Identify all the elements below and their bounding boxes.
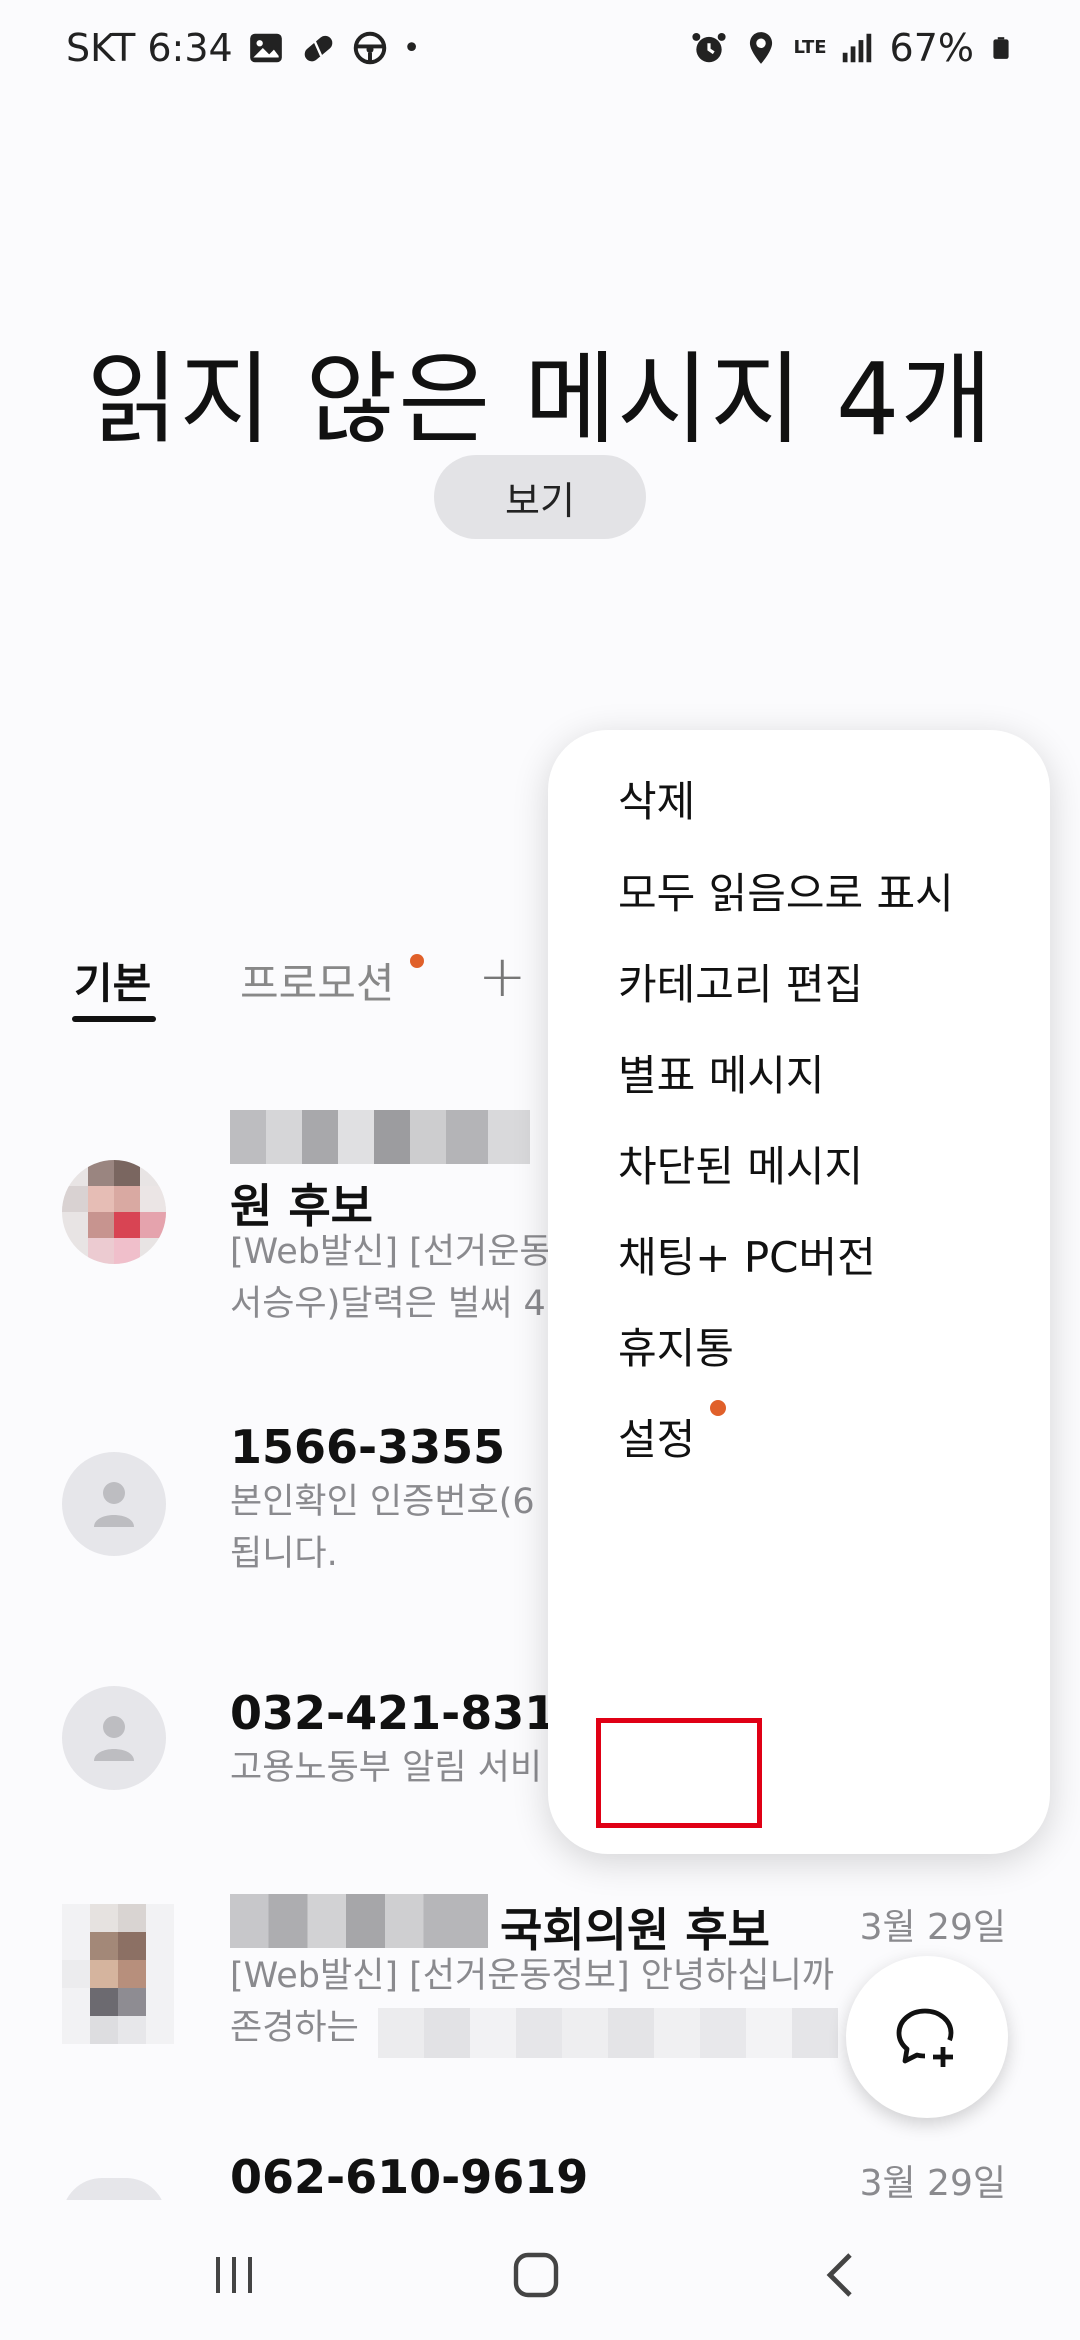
navigation-bar xyxy=(0,2200,1080,2340)
unread-title: 읽지 않은 메시지 4개 xyxy=(86,341,994,458)
add-category-button[interactable]: + xyxy=(478,942,527,1010)
redacted-name xyxy=(230,1110,530,1164)
conversation-preview: 본인확인 인증번호(6 xyxy=(230,1482,535,1522)
status-bar: SKT 6:34 • LTE 67% xyxy=(0,0,1080,104)
conversation-preview: 됩니다. xyxy=(230,1534,338,1574)
conversation-date: 3월 29일 xyxy=(859,1907,1006,1948)
screen: SKT 6:34 • LTE 67% 읽지 않은 메시지 4개 보기 기본 프로… xyxy=(0,0,1080,2340)
redacted-preview xyxy=(378,2008,838,2058)
overflow-menu: 삭제 모두 읽음으로 표시 카테고리 편집 별표 메시지 차단된 메시지 채팅+… xyxy=(548,730,1050,1854)
avatar xyxy=(62,1452,166,1556)
menu-item-starred-messages[interactable]: 별표 메시지 xyxy=(618,1042,825,1103)
carrier-time: SKT 6:34 xyxy=(66,26,233,70)
battery-icon xyxy=(993,37,1009,59)
tab-basic[interactable]: 기본 xyxy=(74,950,151,1011)
steering-wheel-icon xyxy=(353,31,386,65)
back-button[interactable] xyxy=(800,2240,880,2310)
conversation-preview: [Web발신] [선거운동 xyxy=(230,1232,552,1272)
menu-item-trash[interactable]: 휴지통 xyxy=(618,1315,734,1376)
lte-indicator: LTE xyxy=(793,37,827,58)
avatar xyxy=(62,1686,166,1790)
menu-item-delete[interactable]: 삭제 xyxy=(618,768,695,829)
avatar xyxy=(62,1160,166,1264)
conversation-date: 3월 29일 xyxy=(859,2163,1006,2204)
person-icon xyxy=(94,1716,134,1761)
conversation-preview: 존경하는 xyxy=(230,2008,359,2048)
conversation-name: 062-610-9619 xyxy=(230,2150,589,2204)
redacted-name xyxy=(230,1894,488,1948)
gallery-icon xyxy=(249,33,282,63)
conversation-preview: 고용노동부 알림 서비 xyxy=(230,1748,543,1788)
conversation-name: 1566-3355 xyxy=(230,1420,506,1474)
conversation-name: 032-421-8311 xyxy=(230,1686,589,1740)
recent-apps-icon xyxy=(216,2257,252,2293)
new-chat-icon xyxy=(896,2008,954,2067)
menu-item-chat-plus-pc[interactable]: 채팅+ PC버전 xyxy=(618,1224,876,1285)
alarm-icon xyxy=(691,32,726,63)
pixelated-avatar-image xyxy=(62,1160,166,1264)
status-left: SKT 6:34 • xyxy=(66,26,420,70)
settings-badge-dot xyxy=(710,1400,726,1416)
recent-apps-button[interactable] xyxy=(194,2240,274,2310)
notification-dot: • xyxy=(402,30,421,66)
menu-item-blocked-messages[interactable]: 차단된 메시지 xyxy=(618,1133,863,1194)
person-icon xyxy=(94,1482,134,1527)
conversation-preview: 서승우)달력은 벌써 4 xyxy=(230,1284,546,1324)
status-right: LTE 67% xyxy=(690,26,1014,70)
home-button[interactable] xyxy=(496,2240,576,2310)
menu-item-edit-categories[interactable]: 카테고리 편집 xyxy=(618,951,863,1012)
tab-promotion[interactable]: 프로모션 xyxy=(240,950,395,1011)
tab-active-indicator xyxy=(72,1016,156,1022)
pixelated-avatar-image xyxy=(62,1904,174,2044)
battery-percent: 67% xyxy=(889,26,974,70)
settings-highlight-box xyxy=(596,1718,762,1828)
pill-icon xyxy=(304,35,333,62)
home-icon xyxy=(513,2252,559,2298)
promotion-badge-dot xyxy=(410,954,424,968)
menu-item-mark-all-read[interactable]: 모두 읽음으로 표시 xyxy=(618,860,954,921)
view-button[interactable]: 보기 xyxy=(434,455,646,539)
location-icon xyxy=(749,32,772,64)
menu-item-settings[interactable]: 설정 xyxy=(618,1406,695,1467)
signal-icon xyxy=(842,33,871,63)
conversation-preview: [Web발신] [선거운동정보] 안녕하십니까 xyxy=(230,1956,834,1996)
back-icon xyxy=(826,2253,852,2297)
new-chat-button[interactable] xyxy=(846,1956,1008,2118)
avatar xyxy=(62,1904,174,2044)
